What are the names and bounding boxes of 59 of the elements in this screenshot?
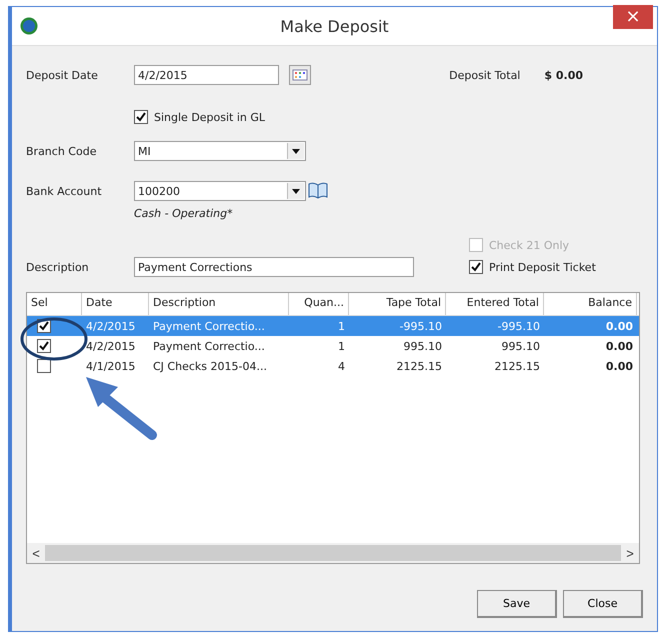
field-label: Deposit Date [26,68,99,82]
book-icon[interactable] [308,182,328,200]
table-cell-text: 0.00 [604,320,634,332]
callout-circle [20,318,88,360]
table-row[interactable]: 4/1/2015 CJ Checks 2015-04... 4 2125.15 2125.15 0.00 [27,356,639,376]
dialog-button[interactable]: Close [563,590,643,618]
table-cell-text: 0.00 [604,360,634,372]
date-field[interactable]: 4/2/2015 [134,65,279,85]
table-cell-text: 995.10 [402,340,443,352]
table-cell-text: 1 [337,340,346,352]
dialog-button[interactable]: Save [477,590,557,618]
column-header[interactable]: Date [82,293,149,315]
callout-arrow [86,377,157,440]
table-cell-text: 2125.15 [494,360,541,372]
checkbox[interactable] [37,359,51,373]
table-row[interactable]: 4/2/2015 Payment Correctio... 1 995.10 995.10 0.00 [27,336,639,356]
column-header[interactable]: Entered Total [446,293,544,315]
table-cell-text: 0.00 [604,340,634,352]
table-cell-text: 1 [337,320,346,332]
column-header[interactable]: Quan... [289,293,349,315]
table-cell-text: CJ Checks 2015-04... [152,360,268,372]
total-label: Deposit Total [449,68,520,82]
table-cell-text: 4/2/2015 [85,320,136,332]
field-label: Bank Account [26,184,103,198]
table-cell-text: -995.10 [398,320,443,332]
table-cell-text: 4/2/2015 [85,340,136,352]
total-value: $ 0.00 [544,68,583,82]
table-cell-text: 2125.15 [396,360,443,372]
table-cell-text: 995.10 [500,340,541,352]
checkbox-label: Single Deposit in GL [154,110,266,124]
description-field[interactable]: Payment Corrections [134,257,414,277]
calendar-icon[interactable] [289,65,311,85]
scroll-left-button[interactable]: < [27,546,45,560]
table-cell-text: Payment Correctio... [152,320,266,332]
dropdown-field[interactable]: 100200 [134,181,306,201]
table-cell-text: -995.10 [496,320,541,332]
table-cell-text: Payment Correctio... [152,340,266,352]
field-label: Description [26,260,90,274]
account-name: Cash - Operating* [134,206,233,220]
column-header[interactable]: Tape Total [349,293,446,315]
checkbox[interactable] [37,339,51,353]
scroll-right-button[interactable]: > [621,546,639,560]
window-title: Make Deposit [280,16,389,36]
checkbox-label: Print Deposit Ticket [489,260,596,274]
close-button[interactable]: × [613,5,653,29]
field-label: Branch Code [26,144,98,158]
column-header[interactable]: Sel [27,293,82,315]
dropdown-field[interactable]: MI [134,141,306,161]
checkbox[interactable] [469,260,483,274]
checkbox[interactable] [134,110,148,124]
caret-icon [292,148,300,154]
column-header[interactable]: Balance [544,293,637,315]
app-logo-icon [20,17,38,35]
horizontal-scrollbar[interactable]: < > [27,543,639,563]
table-cell-text: 4/1/2015 [85,360,136,372]
caret-icon [292,188,300,194]
table-cell-text: 4 [337,360,346,372]
column-header[interactable]: Description [149,293,289,315]
checkbox-label: Check 21 Only [489,238,570,252]
